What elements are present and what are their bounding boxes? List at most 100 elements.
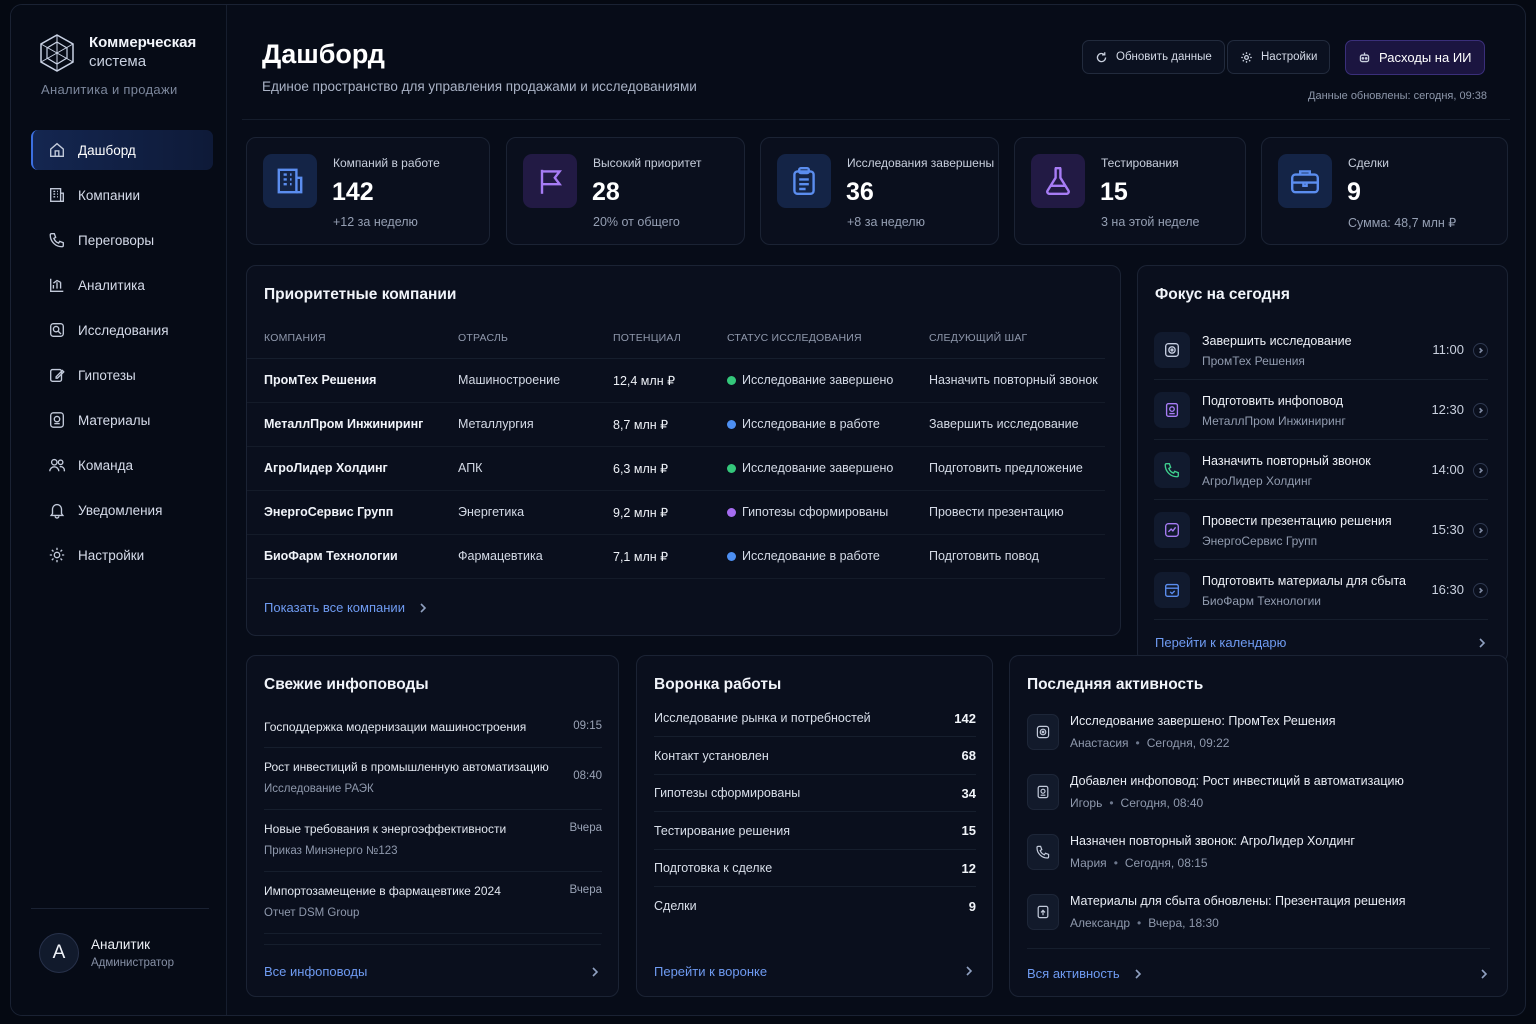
sidebar-item-1[interactable]: Компании	[31, 175, 213, 215]
focus-time: 12:30	[1431, 402, 1464, 417]
company-name[interactable]: ЭнергоСервис Групп	[247, 490, 458, 535]
news-title: Рост инвестиций в промышленную автоматиз…	[264, 760, 549, 774]
focus-item[interactable]: Назначить повторный звонок АгроЛидер Хол…	[1154, 440, 1488, 500]
sidebar-item-label: Аналитика	[78, 277, 145, 293]
news-time: Вчера	[569, 822, 602, 834]
sidebar-item-3[interactable]: Аналитика	[31, 265, 213, 305]
company-name[interactable]: БиоФарм Технологии	[247, 534, 458, 579]
potential: 6,3 млн ₽	[613, 446, 727, 491]
kpi-card[interactable]: Тестирования 15 3 на этой неделе	[1014, 137, 1246, 245]
table-row[interactable]: ЭнергоСервис Групп Энергетика 9,2 млн ₽ …	[247, 490, 1105, 535]
funnel-row[interactable]: Гипотезы сформированы 34	[654, 775, 976, 812]
funnel-row[interactable]: Подготовка к сделке 12	[654, 850, 976, 887]
focus-item[interactable]: Подготовить материалы для сбыта БиоФарм …	[1154, 560, 1488, 620]
activity-author: Александр	[1070, 916, 1131, 930]
kpi-value: 15	[1100, 178, 1128, 206]
kpi-sub: Сумма: 48,7 млн ₽	[1348, 216, 1457, 230]
settings-button[interactable]: Настройки	[1227, 40, 1331, 74]
show-all-companies-link[interactable]: Показать все компании	[264, 600, 429, 615]
status-dot	[727, 376, 736, 385]
funnel-row[interactable]: Тестирование решения 15	[654, 813, 976, 850]
sidebar-item-5[interactable]: Гипотезы	[31, 355, 213, 395]
kpi-card[interactable]: Сделки 9 Сумма: 48,7 млн ₽	[1261, 137, 1508, 245]
building-icon	[277, 168, 303, 194]
package-icon	[1165, 583, 1179, 597]
kpi-icon-box	[263, 154, 317, 208]
funnel-row[interactable]: Контакт установлен 68	[654, 738, 976, 775]
company-name[interactable]: МеталлПром Инжиниринг	[247, 402, 458, 447]
activity-item[interactable]: Материалы для сбыта обновлены: Презентац…	[1027, 894, 1491, 938]
priority-companies-table: КОМПАНИЯ ОТРАСЛЬ ПОТЕНЦИАЛ СТАТУС ИССЛЕДОВА…	[247, 318, 1105, 579]
sidebar-item-9[interactable]: Настройки	[31, 535, 213, 575]
sidebar-item-4[interactable]: Исследования	[31, 310, 213, 350]
funnel-row[interactable]: Сделки 9	[654, 888, 976, 925]
industry: Фармацевтика	[458, 534, 613, 579]
focus-open-button[interactable]	[1473, 463, 1488, 478]
brand-subtitle: Аналитика и продажи	[41, 82, 178, 97]
focus-open-button[interactable]	[1473, 403, 1488, 418]
recent-activity-card: Последняя активность Исследование заверш…	[1009, 655, 1508, 997]
kpi-card[interactable]: Компаний в работе 142 +12 за неделю	[246, 137, 490, 245]
table-row[interactable]: МеталлПром Инжиниринг Металлургия 8,7 мл…	[247, 402, 1105, 447]
status-label: Исследование завершено	[742, 461, 894, 475]
kpi-card[interactable]: Высокий приоритет 28 20% от общего	[506, 137, 745, 245]
sidebar-item-2[interactable]: Переговоры	[31, 220, 213, 260]
clipboard-icon	[793, 167, 815, 195]
activity-item[interactable]: Назначен повторный звонок: АгроЛидер Хол…	[1027, 834, 1491, 878]
avatar[interactable]: А	[39, 933, 79, 973]
sidebar-item-0[interactable]: Дашборд	[31, 130, 213, 170]
sidebar-nav: Дашборд Компании Переговоры Аналитика Исслед…	[31, 130, 213, 580]
calendar-link[interactable]: Перейти к календарю	[1155, 635, 1488, 650]
all-activity-link[interactable]: Вся активность	[1027, 948, 1490, 998]
focus-item[interactable]: Подготовить инфоповод МеталлПром Инжинир…	[1154, 380, 1488, 440]
ai-costs-button[interactable]: Расходы на ИИ	[1345, 40, 1485, 75]
focus-item[interactable]: Завершить исследование ПромТех Решения 1…	[1154, 320, 1488, 380]
brand-name: Коммерческая система	[89, 33, 196, 73]
phone-icon	[1036, 845, 1050, 859]
presentation-icon	[1165, 523, 1179, 537]
gear-icon	[49, 547, 65, 563]
focus-company: МеталлПром Инжиниринг	[1202, 414, 1346, 428]
activity-item[interactable]: Исследование завершено: ПромТех Решения …	[1027, 714, 1491, 758]
activity-item[interactable]: Добавлен инфоповод: Рост инвестиций в ав…	[1027, 774, 1491, 818]
focus-open-button[interactable]	[1473, 583, 1488, 598]
focus-item[interactable]: Провести презентацию решения ЭнергоСерви…	[1154, 500, 1488, 560]
column-header: СТАТУС ИССЛЕДОВАНИЯ	[727, 318, 929, 359]
column-header: КОМПАНИЯ	[247, 318, 458, 359]
funnel-stage: Исследование рынка и потребностей	[654, 711, 871, 725]
chevron-right-icon	[420, 602, 427, 613]
kpi-icon-box	[1278, 154, 1332, 208]
focus-company: АгроЛидер Холдинг	[1202, 474, 1312, 488]
next-step: Провести презентацию	[929, 490, 1105, 535]
settings-label: Настройки	[1261, 51, 1318, 63]
focus-open-button[interactable]	[1473, 523, 1488, 538]
company-name[interactable]: ПромТех Решения	[247, 358, 458, 403]
kpi-card[interactable]: Исследования завершены 36 +8 за неделю	[760, 137, 999, 245]
sidebar-item-8[interactable]: Уведомления	[31, 490, 213, 530]
all-news-link[interactable]: Все инфоповоды	[264, 944, 601, 998]
sidebar-item-7[interactable]: Команда	[31, 445, 213, 485]
table-row[interactable]: АгроЛидер Холдинг АПК 6,3 млн ₽ Исследов…	[247, 446, 1105, 491]
funnel-title: Воронка работы	[654, 676, 782, 693]
logo-icon	[40, 34, 74, 72]
news-item[interactable]: Господдержка модернизации машиностроения…	[264, 708, 602, 748]
table-row[interactable]: БиоФарм Технологии Фармацевтика 7,1 млн …	[247, 534, 1105, 579]
news-item[interactable]: Импортозамещение в фармацевтике 2024 Отч…	[264, 872, 602, 934]
refresh-button[interactable]: Обновить данные	[1082, 40, 1225, 74]
header-divider	[242, 119, 1510, 120]
company-name[interactable]: АгроЛидер Холдинг	[247, 446, 458, 491]
news-item[interactable]: Рост инвестиций в промышленную автоматиз…	[264, 748, 602, 810]
status-dot	[727, 464, 736, 473]
focus-open-button[interactable]	[1473, 343, 1488, 358]
news-item[interactable]: Новые требования к энергоэффективности П…	[264, 810, 602, 872]
page-subtitle: Единое пространство для управления прода…	[262, 79, 697, 94]
chevron-right-icon	[1479, 637, 1486, 648]
funnel-row[interactable]: Исследование рынка и потребностей 142	[654, 700, 976, 737]
potential: 8,7 млн ₽	[613, 402, 727, 447]
user-name: Аналитик	[91, 937, 151, 952]
news-source: Исследование РАЭК	[264, 783, 374, 795]
table-row[interactable]: ПромТех Решения Машиностроение 12,4 млн …	[247, 358, 1105, 403]
user-profile[interactable]: А Аналитик Администратор	[31, 908, 209, 973]
funnel-link[interactable]: Перейти к воронке	[654, 944, 975, 998]
sidebar-item-6[interactable]: Материалы	[31, 400, 213, 440]
